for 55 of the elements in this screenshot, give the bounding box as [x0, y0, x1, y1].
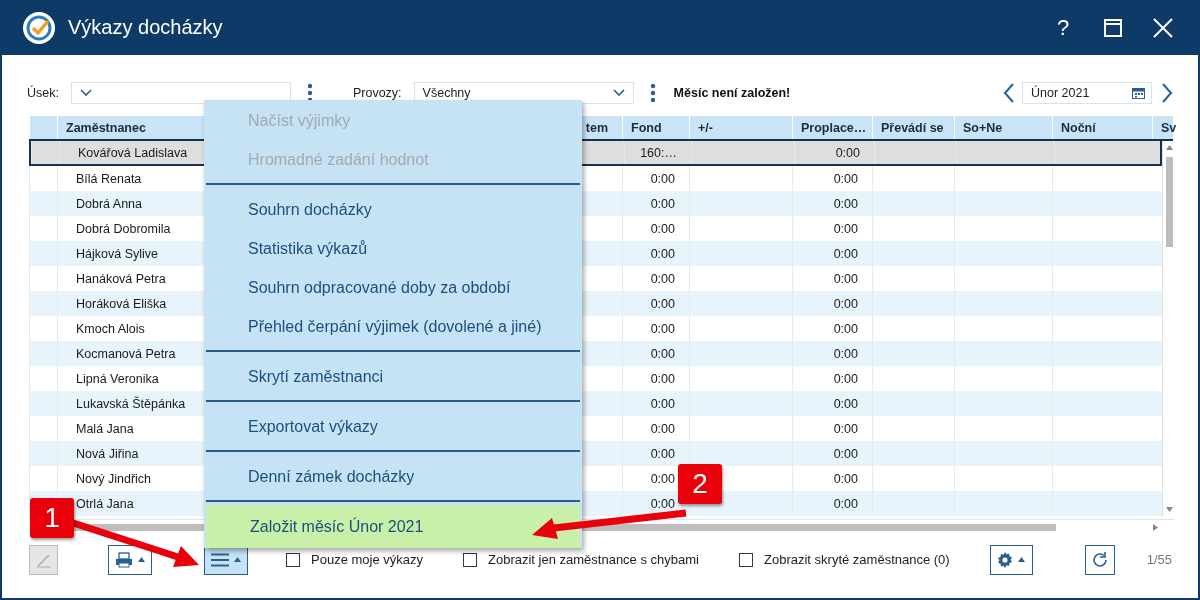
step-badge: 1 — [30, 498, 74, 538]
fund-value: 0:00 — [650, 496, 675, 511]
fund-value: 0:00 — [650, 371, 675, 386]
fund-value: 160:… — [640, 145, 677, 160]
section-label: Úsek: — [27, 86, 59, 100]
paid-value: 0:00 — [833, 371, 858, 386]
employee-name: Hanáková Petra — [76, 271, 166, 286]
fund-value: 0:00 — [650, 346, 675, 361]
operations-label: Provozy: — [352, 86, 402, 100]
employee-name: Hájková Sylive — [76, 246, 158, 261]
fund-value: 0:00 — [650, 196, 675, 211]
checkbox-label: Pouze moje výkazy — [311, 552, 423, 567]
paid-value: 0:00 — [833, 296, 858, 311]
paid-value: 0:00 — [833, 421, 858, 436]
paid-value: 0:00 — [833, 471, 858, 486]
employee-name: Dobrá Dobromila — [76, 221, 171, 236]
paid-value: 0:00 — [835, 145, 860, 160]
fund-value: 0:00 — [650, 321, 675, 336]
window-title: Výkazy docházky — [68, 16, 224, 39]
employee-name: Nový Jindřich — [76, 471, 152, 486]
employee-name: Lipná Veronika — [76, 371, 159, 386]
employee-name: Kmoch Alois — [76, 321, 145, 336]
paid-value: 0:00 — [833, 446, 858, 461]
employee-name: Malá Jana — [76, 421, 134, 436]
paid-value: 0:00 — [833, 221, 858, 236]
fund-value: 0:00 — [650, 296, 675, 311]
fund-value: 0:00 — [650, 396, 675, 411]
employee-name: Nová Jiřina — [76, 446, 139, 461]
employee-name: Kocmanová Petra — [76, 346, 176, 361]
fund-value: 0:00 — [650, 446, 675, 461]
month-status-text: Měsíc není založen! — [673, 86, 791, 100]
fund-value: 0:00 — [650, 221, 675, 236]
checkbox-label: Zobrazit skryté zaměstnance (0) — [764, 552, 950, 567]
paid-value: 0:00 — [833, 396, 858, 411]
fund-value: 0:00 — [650, 271, 675, 286]
paid-value: 0:00 — [833, 271, 858, 286]
paid-value: 0:00 — [833, 171, 858, 186]
paid-value: 0:00 — [833, 246, 858, 261]
paid-value: 0:00 — [833, 321, 858, 336]
step-badge: 2 — [678, 464, 722, 504]
paid-value: 0:00 — [833, 346, 858, 361]
employee-name: Dobrá Anna — [76, 196, 143, 211]
paid-value: 0:00 — [833, 496, 858, 511]
record-counter: 1/55 — [1146, 552, 1172, 567]
employee-name: Horáková Eliška — [76, 296, 167, 311]
checkbox-label: Zobrazit jen zaměstnance s chybami — [488, 552, 699, 567]
fund-value: 0:00 — [650, 471, 675, 486]
employee-name: Lukavská Štěpánka — [76, 396, 186, 411]
employee-name: Kovářová Ladislava — [78, 145, 188, 160]
fund-value: 0:00 — [650, 171, 675, 186]
employee-name: Otrlá Jana — [76, 496, 134, 511]
fund-value: 0:00 — [650, 246, 675, 261]
paid-value: 0:00 — [833, 196, 858, 211]
employee-name: Bílá Renata — [76, 171, 142, 186]
fund-value: 0:00 — [650, 421, 675, 436]
